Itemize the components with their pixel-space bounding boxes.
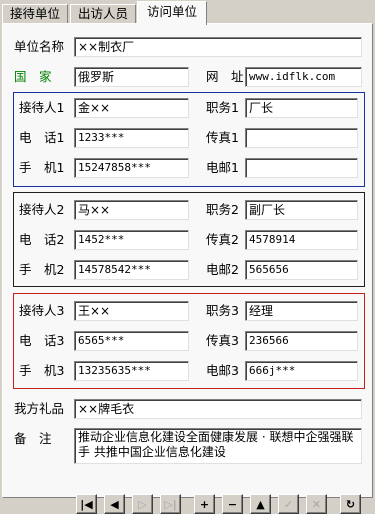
nav-refresh-button[interactable]: ↻ <box>340 494 361 514</box>
contact-email-field[interactable] <box>245 158 358 178</box>
contact-mobile-field[interactable]: 15247858*** <box>74 158 189 178</box>
contact-title-label: 职务1 <box>206 100 239 115</box>
tab-host-unit[interactable]: 接待单位 <box>2 4 68 24</box>
nav-insert-button[interactable]: + <box>194 494 215 514</box>
tab-strip: 接待单位 出访人员 访问单位 <box>0 0 375 25</box>
remark-label: 备 注 <box>14 431 52 446</box>
contact-phone-label: 电 话2 <box>19 232 65 247</box>
contact-email-label: 电邮2 <box>206 262 239 277</box>
triangle-left-icon: ◀ <box>110 497 119 511</box>
country-field[interactable]: 俄罗斯 <box>74 67 189 87</box>
unit-name-field[interactable]: ××制衣厂 <box>74 37 362 57</box>
tab-visiting-staff[interactable]: 出访人员 <box>70 4 136 24</box>
contact-phone-field[interactable]: 6565*** <box>74 331 189 351</box>
skip-last-icon: ▷| <box>164 497 177 511</box>
minus-icon: − <box>227 497 238 511</box>
refresh-icon: ↻ <box>345 497 356 511</box>
contact-title-field[interactable]: 厂长 <box>245 98 358 118</box>
contact-mobile-field[interactable]: 13235635*** <box>74 361 189 381</box>
contact-fax-label: 传真1 <box>206 130 239 145</box>
contact-fax-label: 传真3 <box>206 333 239 348</box>
nav-post-button[interactable]: ✓ <box>278 494 299 514</box>
triangle-right-icon: ▷ <box>138 497 147 511</box>
unit-name-label: 单位名称 <box>14 39 65 54</box>
contact-phone-label: 电 话1 <box>19 130 65 145</box>
contact-name-label: 接待人1 <box>19 100 65 115</box>
contact-email-label: 电邮1 <box>206 160 239 175</box>
contact-phone-field[interactable]: 1233*** <box>74 128 189 148</box>
tab-visited-unit[interactable]: 访问单位 <box>137 1 207 25</box>
contact-mobile-label: 手 机1 <box>19 160 65 175</box>
contact-name-field[interactable]: 王×× <box>74 301 189 321</box>
website-field[interactable]: www.idflk.com <box>245 67 362 87</box>
plus-icon: + <box>199 497 210 511</box>
nav-edit-button[interactable]: ▲ <box>250 494 271 514</box>
nav-last-button[interactable]: ▷| <box>160 494 181 514</box>
contact-email-field[interactable]: 565656 <box>245 260 358 280</box>
contact-name-label: 接待人3 <box>19 303 65 318</box>
contact-phone-field[interactable]: 1452*** <box>74 230 189 250</box>
nav-first-button[interactable]: |◀ <box>76 494 97 514</box>
country-label: 国 家 <box>14 69 52 84</box>
contact-fax-field[interactable]: 236566 <box>245 331 358 351</box>
gift-label: 我方礼品 <box>14 401 65 416</box>
contact-fax-label: 传真2 <box>206 232 239 247</box>
close-icon: ✕ <box>311 497 322 511</box>
contact-email-field[interactable]: 666j*** <box>245 361 358 381</box>
triangle-up-icon: ▲ <box>256 497 265 511</box>
check-icon: ✓ <box>283 497 294 511</box>
nav-cancel-button[interactable]: ✕ <box>306 494 327 514</box>
website-label: 网 址 <box>206 69 244 84</box>
contact-mobile-field[interactable]: 14578542*** <box>74 260 189 280</box>
contact-title-field[interactable]: 副厂长 <box>245 200 358 220</box>
contact-fax-field[interactable] <box>245 128 358 148</box>
visited-unit-panel: 单位名称 ××制衣厂 国 家 俄罗斯 网 址 www.idflk.com 接待人… <box>2 23 373 514</box>
contact-name-label: 接待人2 <box>19 202 65 217</box>
nav-prior-button[interactable]: ◀ <box>104 494 125 514</box>
contact-phone-label: 电 话3 <box>19 333 65 348</box>
nav-next-button[interactable]: ▷ <box>132 494 153 514</box>
contact-email-label: 电邮3 <box>206 363 239 378</box>
contact-mobile-label: 手 机3 <box>19 363 65 378</box>
skip-first-icon: |◀ <box>80 497 93 511</box>
gift-field[interactable]: ××牌毛衣 <box>74 399 362 419</box>
contact-title-label: 职务2 <box>206 202 239 217</box>
contact-title-field[interactable]: 经理 <box>245 301 358 321</box>
contact-name-field[interactable]: 马×× <box>74 200 189 220</box>
contact-mobile-label: 手 机2 <box>19 262 65 277</box>
remark-field[interactable]: 推动企业信息化建设全面健康发展 · 联想中企强强联手 共推中国企业信息化建设 <box>74 428 362 464</box>
contact-fax-field[interactable]: 4578914 <box>245 230 358 250</box>
contact-name-field[interactable]: 金×× <box>74 98 189 118</box>
contact-title-label: 职务3 <box>206 303 239 318</box>
nav-delete-button[interactable]: − <box>222 494 243 514</box>
